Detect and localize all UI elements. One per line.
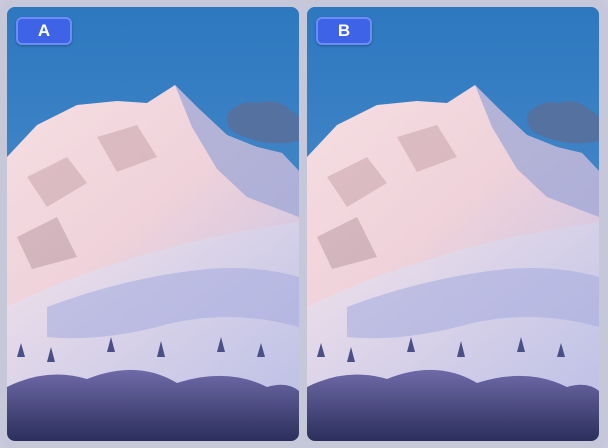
mountain-image-a: [7, 7, 299, 441]
image-panel-b[interactable]: B: [307, 7, 599, 441]
mountain-image-b: [307, 7, 599, 441]
panel-label-a: A: [16, 17, 72, 45]
panel-label-b: B: [316, 17, 372, 45]
image-panel-a[interactable]: A: [7, 7, 299, 441]
spot-the-difference-board: A B: [0, 0, 608, 448]
